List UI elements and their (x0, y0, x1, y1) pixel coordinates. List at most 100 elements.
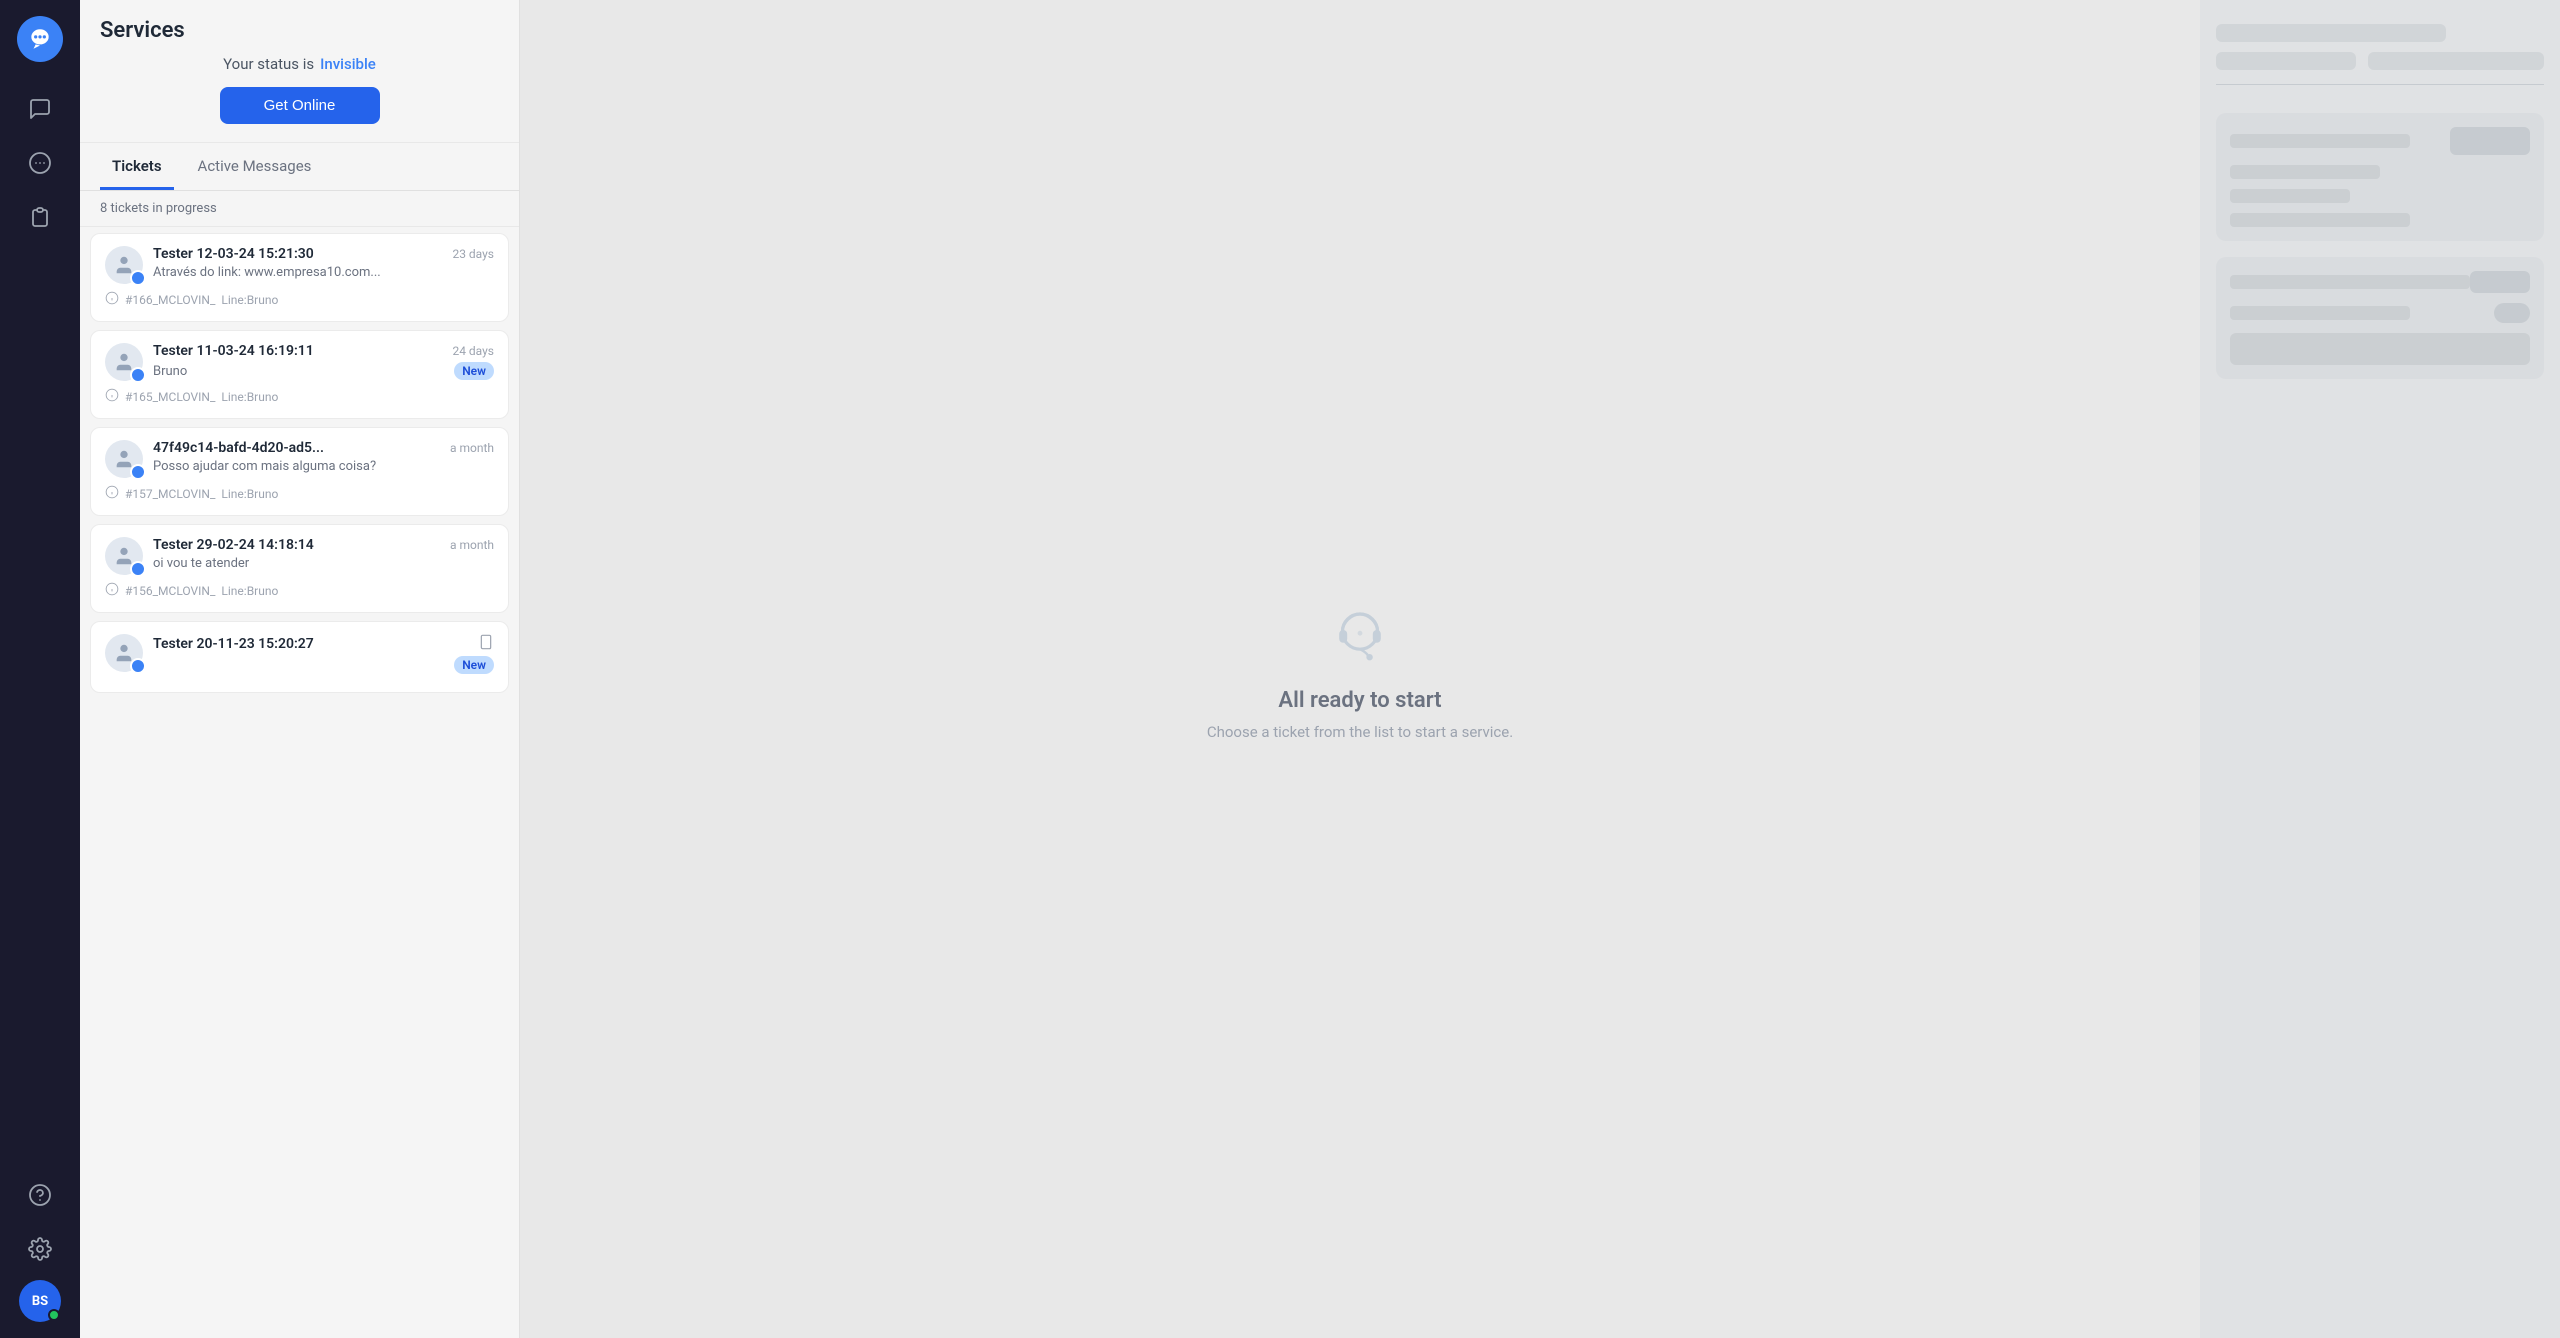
chat-icon (28, 97, 52, 121)
channel-icon (130, 464, 146, 480)
ticket-name: Tester 20-11-23 15:20:27 (153, 636, 314, 652)
channel-icon (130, 561, 146, 577)
settings-icon (28, 1237, 52, 1261)
ticket-name: Tester 29-02-24 14:18:14 (153, 537, 314, 553)
ticket-age: 23 days (452, 247, 494, 261)
ticket-avatar-wrap (105, 246, 143, 284)
avatar-initials: BS (32, 1294, 48, 1309)
info-icon (105, 290, 119, 309)
sidebar-item-messages[interactable] (17, 140, 63, 186)
sidebar: BS (0, 0, 80, 1338)
ticket-age: a month (450, 441, 494, 455)
right-card-title-2 (2230, 275, 2470, 289)
ticket-message: Bruno (153, 364, 446, 379)
ticket-avatar-wrap (105, 537, 143, 575)
list-item[interactable]: Tester 11-03-24 16:19:11 24 days Bruno N… (90, 330, 509, 419)
ticket-line: Line:Bruno (221, 584, 278, 598)
right-input-skel (2230, 333, 2530, 365)
ticket-message: Posso ajudar com mais alguma coisa? (153, 459, 494, 474)
sidebar-item-contacts[interactable] (17, 194, 63, 240)
info-icon (105, 484, 119, 503)
user-avatar[interactable]: BS (19, 1280, 61, 1322)
empty-title: All ready to start (1278, 688, 1441, 713)
right-card-2 (2216, 257, 2544, 379)
sidebar-item-settings[interactable] (17, 1226, 63, 1272)
channel-icon (130, 367, 146, 383)
panel-header: Services Your status is Invisible Get On… (80, 0, 519, 143)
right-card-1 (2216, 113, 2544, 241)
right-skel-t3 (2230, 213, 2410, 227)
right-panel (2200, 0, 2560, 1338)
right-skel-t4 (2230, 306, 2410, 320)
contacts-icon (28, 205, 52, 229)
main-content: All ready to start Choose a ticket from … (520, 0, 2200, 1338)
ticket-line: Line:Bruno (221, 293, 278, 307)
ticket-id: #165_MCLOVIN_ (125, 390, 215, 404)
right-card-title-1 (2230, 134, 2410, 148)
right-card-btn-1 (2450, 127, 2530, 155)
ticket-info: 47f49c14-bafd-4d20-ad5... a month Posso … (153, 440, 494, 474)
ticket-info: Tester 29-02-24 14:18:14 a month oi vou … (153, 537, 494, 571)
list-item[interactable]: Tester 29-02-24 14:18:14 a month oi vou … (90, 524, 509, 613)
empty-state-icon (1320, 598, 1400, 678)
tab-tickets[interactable]: Tickets (100, 143, 174, 190)
ticket-line: Line:Bruno (221, 390, 278, 404)
ticket-info: Tester 12-03-24 15:21:30 23 days Através… (153, 246, 494, 280)
online-indicator (48, 1309, 60, 1321)
ticket-id: #166_MCLOVIN_ (125, 293, 215, 307)
ticket-id: #156_MCLOVIN_ (125, 584, 215, 598)
in-progress-label: 8 tickets in progress (80, 191, 519, 227)
ticket-message: Através do link: www.empresa10.com... (153, 265, 494, 280)
ticket-name: Tester 11-03-24 16:19:11 (153, 343, 314, 359)
sidebar-item-chat[interactable] (17, 86, 63, 132)
right-card-header-2 (2230, 271, 2530, 293)
sidebar-item-help[interactable] (17, 1172, 63, 1218)
right-card-header-1 (2230, 127, 2530, 155)
list-item[interactable]: 47f49c14-bafd-4d20-ad5... a month Posso … (90, 427, 509, 516)
ticket-name: Tester 12-03-24 15:21:30 (153, 246, 314, 262)
list-item[interactable]: Tester 20-11-23 15:20:27 New (90, 621, 509, 693)
new-badge: New (454, 656, 494, 674)
ticket-age: a month (450, 538, 494, 552)
ticket-footer: #166_MCLOVIN_ Line:Bruno (105, 290, 494, 309)
right-divider (2216, 84, 2544, 85)
ticket-info: Tester 11-03-24 16:19:11 24 days Bruno N… (153, 343, 494, 380)
panel-title: Services (100, 18, 499, 43)
status-text: Your status is (223, 55, 314, 73)
ticket-age (478, 634, 494, 653)
app-logo[interactable] (17, 16, 63, 62)
ticket-panel: Services Your status is Invisible Get On… (80, 0, 520, 1338)
logo-icon (27, 26, 53, 52)
status-bar: Your status is Invisible (100, 55, 499, 73)
help-icon (28, 1183, 52, 1207)
toggle-icon (2494, 303, 2530, 323)
right-skel-1 (2216, 24, 2446, 42)
right-toggle-row (2230, 303, 2530, 323)
tabs-bar: Tickets Active Messages (80, 143, 519, 191)
channel-icon (130, 658, 146, 674)
list-item[interactable]: Tester 12-03-24 15:21:30 23 days Através… (90, 233, 509, 322)
ticket-name: 47f49c14-bafd-4d20-ad5... (153, 440, 324, 456)
right-skel-3 (2368, 52, 2544, 70)
ticket-message: oi vou te atender (153, 556, 494, 571)
right-skel-t2 (2230, 189, 2350, 203)
tab-active-messages[interactable]: Active Messages (186, 143, 324, 190)
ticket-id: #157_MCLOVIN_ (125, 487, 215, 501)
info-icon (105, 581, 119, 600)
right-skel-t1 (2230, 165, 2380, 179)
ticket-footer: #156_MCLOVIN_ Line:Bruno (105, 581, 494, 600)
right-skel-2 (2216, 52, 2356, 70)
right-card-btn-2 (2470, 271, 2530, 293)
info-icon (105, 387, 119, 406)
messages-icon (28, 151, 52, 175)
new-badge: New (454, 362, 494, 380)
ticket-info: Tester 20-11-23 15:20:27 New (153, 634, 494, 674)
status-value: Invisible (320, 55, 376, 73)
ticket-avatar-wrap (105, 343, 143, 381)
get-online-button[interactable]: Get Online (220, 87, 380, 124)
empty-state: All ready to start Choose a ticket from … (1207, 598, 1513, 741)
ticket-avatar-wrap (105, 634, 143, 672)
ticket-line: Line:Bruno (221, 487, 278, 501)
empty-subtitle: Choose a ticket from the list to start a… (1207, 723, 1513, 741)
ticket-footer: #157_MCLOVIN_ Line:Bruno (105, 484, 494, 503)
